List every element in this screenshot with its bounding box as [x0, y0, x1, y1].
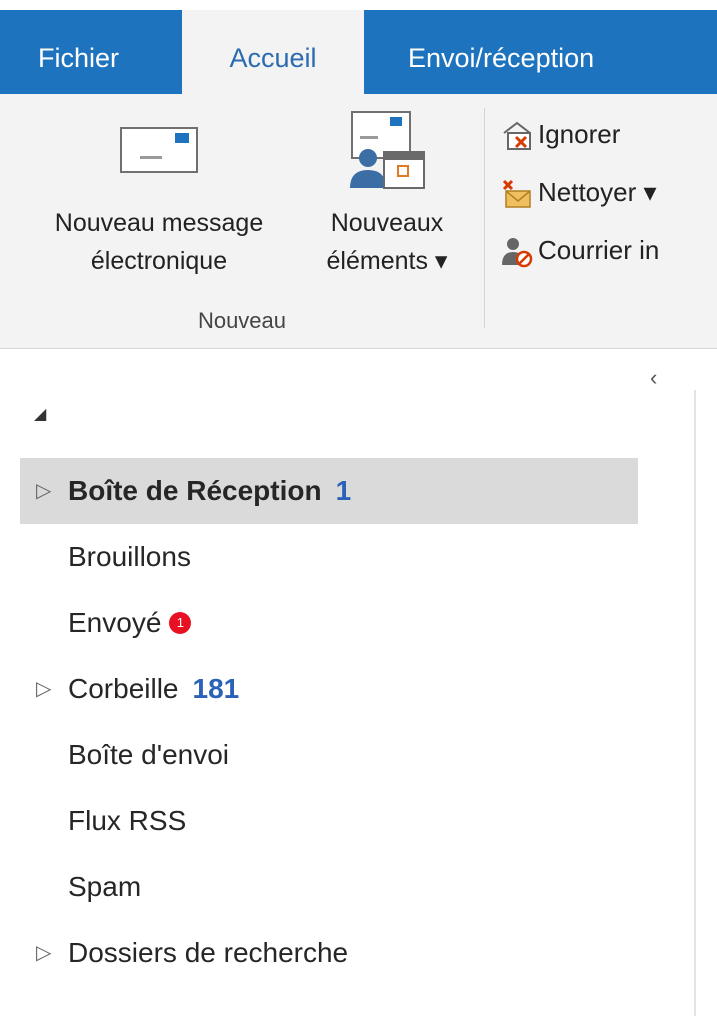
- notification-badge: 1: [169, 611, 192, 634]
- folder-trash[interactable]: ▷ Corbeille 181: [20, 656, 638, 722]
- cleanup-icon: [502, 180, 531, 208]
- new-items-icon: [350, 111, 425, 189]
- tab-envoi-reception[interactable]: Envoi/réception: [408, 10, 594, 94]
- ribbon-home: Nouveau message électronique Nouveaux él…: [0, 94, 717, 349]
- group-label-nouveau: Nouveau: [197, 308, 287, 333]
- expand-arrow-icon[interactable]: ▷: [36, 458, 51, 524]
- folder-name: Flux RSS: [68, 805, 187, 836]
- folder-name: Boîte d'envoi: [68, 739, 230, 770]
- folder-rss[interactable]: Flux RSS: [20, 788, 638, 854]
- account-expand-icon[interactable]: ◢: [34, 404, 46, 424]
- window-top-edge: [0, 0, 717, 10]
- new-items-label-line1: Nouveaux: [330, 209, 444, 237]
- junk-button[interactable]: Courrier in: [500, 230, 659, 270]
- folder-search-folders[interactable]: ▷ Dossiers de recherche: [20, 920, 638, 986]
- expand-arrow-icon[interactable]: ▷: [36, 920, 51, 986]
- folder-name: Corbeille: [68, 673, 179, 704]
- pane-divider[interactable]: [694, 390, 696, 1016]
- folder-inbox[interactable]: ▷ Boîte de Réception 1: [20, 458, 638, 524]
- collapse-pane-icon[interactable]: ‹: [650, 365, 657, 391]
- new-items-label-line2: éléments ▾: [326, 247, 448, 275]
- junk-label: Courrier in: [538, 235, 660, 265]
- new-email-button[interactable]: Nouveau message électronique: [24, 120, 294, 280]
- folder-spam[interactable]: Spam: [20, 854, 638, 920]
- folder-name: Envoyé: [68, 607, 162, 638]
- tab-fichier[interactable]: Fichier: [38, 10, 119, 94]
- folder-sent[interactable]: Envoyé 1: [20, 590, 638, 656]
- ignore-button[interactable]: Ignorer: [500, 114, 620, 154]
- junk-icon: [502, 238, 533, 268]
- new-email-label-line1: Nouveau message: [54, 209, 264, 237]
- envelope-icon: [120, 127, 198, 173]
- unread-count: 181: [192, 673, 240, 704]
- tab-accueil[interactable]: Accueil: [182, 10, 364, 94]
- group-separator: [484, 108, 485, 328]
- unread-count: 1: [335, 475, 352, 506]
- cleanup-label: Nettoyer ▾: [538, 177, 657, 207]
- folder-name: Boîte de Réception: [68, 475, 322, 506]
- ignore-icon: [503, 121, 531, 151]
- folder-name: Spam: [68, 871, 142, 902]
- ignore-label: Ignorer: [538, 119, 621, 149]
- new-items-button[interactable]: Nouveaux éléments ▾: [304, 110, 470, 280]
- new-email-label-line2: électronique: [90, 247, 228, 275]
- cleanup-button[interactable]: Nettoyer ▾: [500, 172, 657, 212]
- folder-name: Brouillons: [68, 541, 191, 572]
- folder-name: Dossiers de recherche: [68, 937, 349, 968]
- folder-drafts[interactable]: Brouillons: [20, 524, 638, 590]
- expand-arrow-icon[interactable]: ▷: [36, 656, 51, 722]
- folder-pane: ‹ ◢ ▷ Boîte de Réception 1 Brouillons Env…: [0, 349, 717, 1016]
- folder-outbox[interactable]: Boîte d'envoi: [20, 722, 638, 788]
